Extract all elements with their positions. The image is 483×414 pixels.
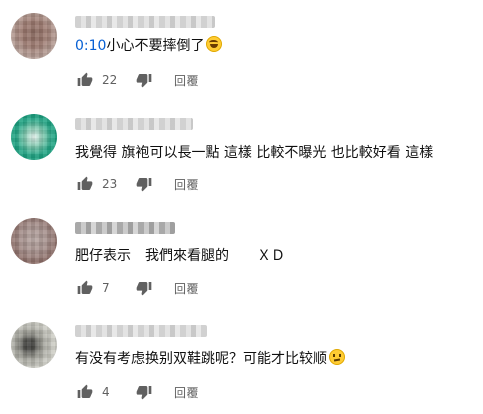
- thumbs-down-icon[interactable]: [134, 174, 154, 194]
- reply-button[interactable]: 回覆: [174, 176, 199, 193]
- like-count: 23: [102, 177, 118, 191]
- comment-text: 我覺得 旗袍可以長一點 這樣 比較不曝光 也比較好看 這樣: [75, 145, 434, 161]
- comment-actions: 23 回覆: [75, 174, 199, 194]
- like-count: 7: [102, 281, 110, 295]
- comment-body: 有没有考虑换别双鞋跳呢？可能才比较顺: [75, 351, 327, 367]
- comment-text: 有没有考虑换别双鞋跳呢？可能才比较顺: [75, 349, 345, 369]
- author-name-redacted[interactable]: [75, 325, 207, 337]
- avatar[interactable]: [11, 114, 57, 160]
- thumbs-up-icon[interactable]: [75, 278, 95, 298]
- comment-actions: 7 回覆: [75, 278, 199, 298]
- thumbs-up-icon[interactable]: [75, 382, 95, 402]
- thumbs-down-icon[interactable]: [134, 382, 154, 402]
- comment-body: 小心不要摔倒了: [106, 38, 205, 54]
- reply-button[interactable]: 回覆: [174, 280, 199, 297]
- laughing-face-emoji-icon: [206, 36, 223, 52]
- avatar[interactable]: [11, 218, 57, 264]
- thumbs-down-icon[interactable]: [134, 278, 154, 298]
- thinking-face-emoji-icon: [329, 349, 345, 365]
- avatar[interactable]: [11, 13, 57, 59]
- comment-actions: 4 回覆: [75, 382, 199, 402]
- thumbs-up-icon[interactable]: [75, 70, 95, 90]
- reply-button[interactable]: 回覆: [174, 384, 199, 401]
- author-name-redacted[interactable]: [75, 16, 215, 28]
- author-name-redacted[interactable]: [75, 222, 175, 234]
- like-count: 4: [102, 385, 110, 399]
- timestamp-link[interactable]: 0:10: [75, 38, 106, 54]
- author-name-redacted[interactable]: [75, 118, 193, 130]
- comment-text: 0:10小心不要摔倒了: [75, 36, 223, 56]
- like-count: 22: [102, 73, 118, 87]
- reply-button[interactable]: 回覆: [174, 72, 199, 89]
- comment-text: 肥仔表示 我們來看腿的 ＸＤ: [75, 248, 285, 264]
- thumbs-down-icon[interactable]: [134, 70, 154, 90]
- thumbs-up-icon[interactable]: [75, 174, 95, 194]
- avatar[interactable]: [11, 322, 57, 368]
- comment-actions: 22 回覆: [75, 70, 199, 90]
